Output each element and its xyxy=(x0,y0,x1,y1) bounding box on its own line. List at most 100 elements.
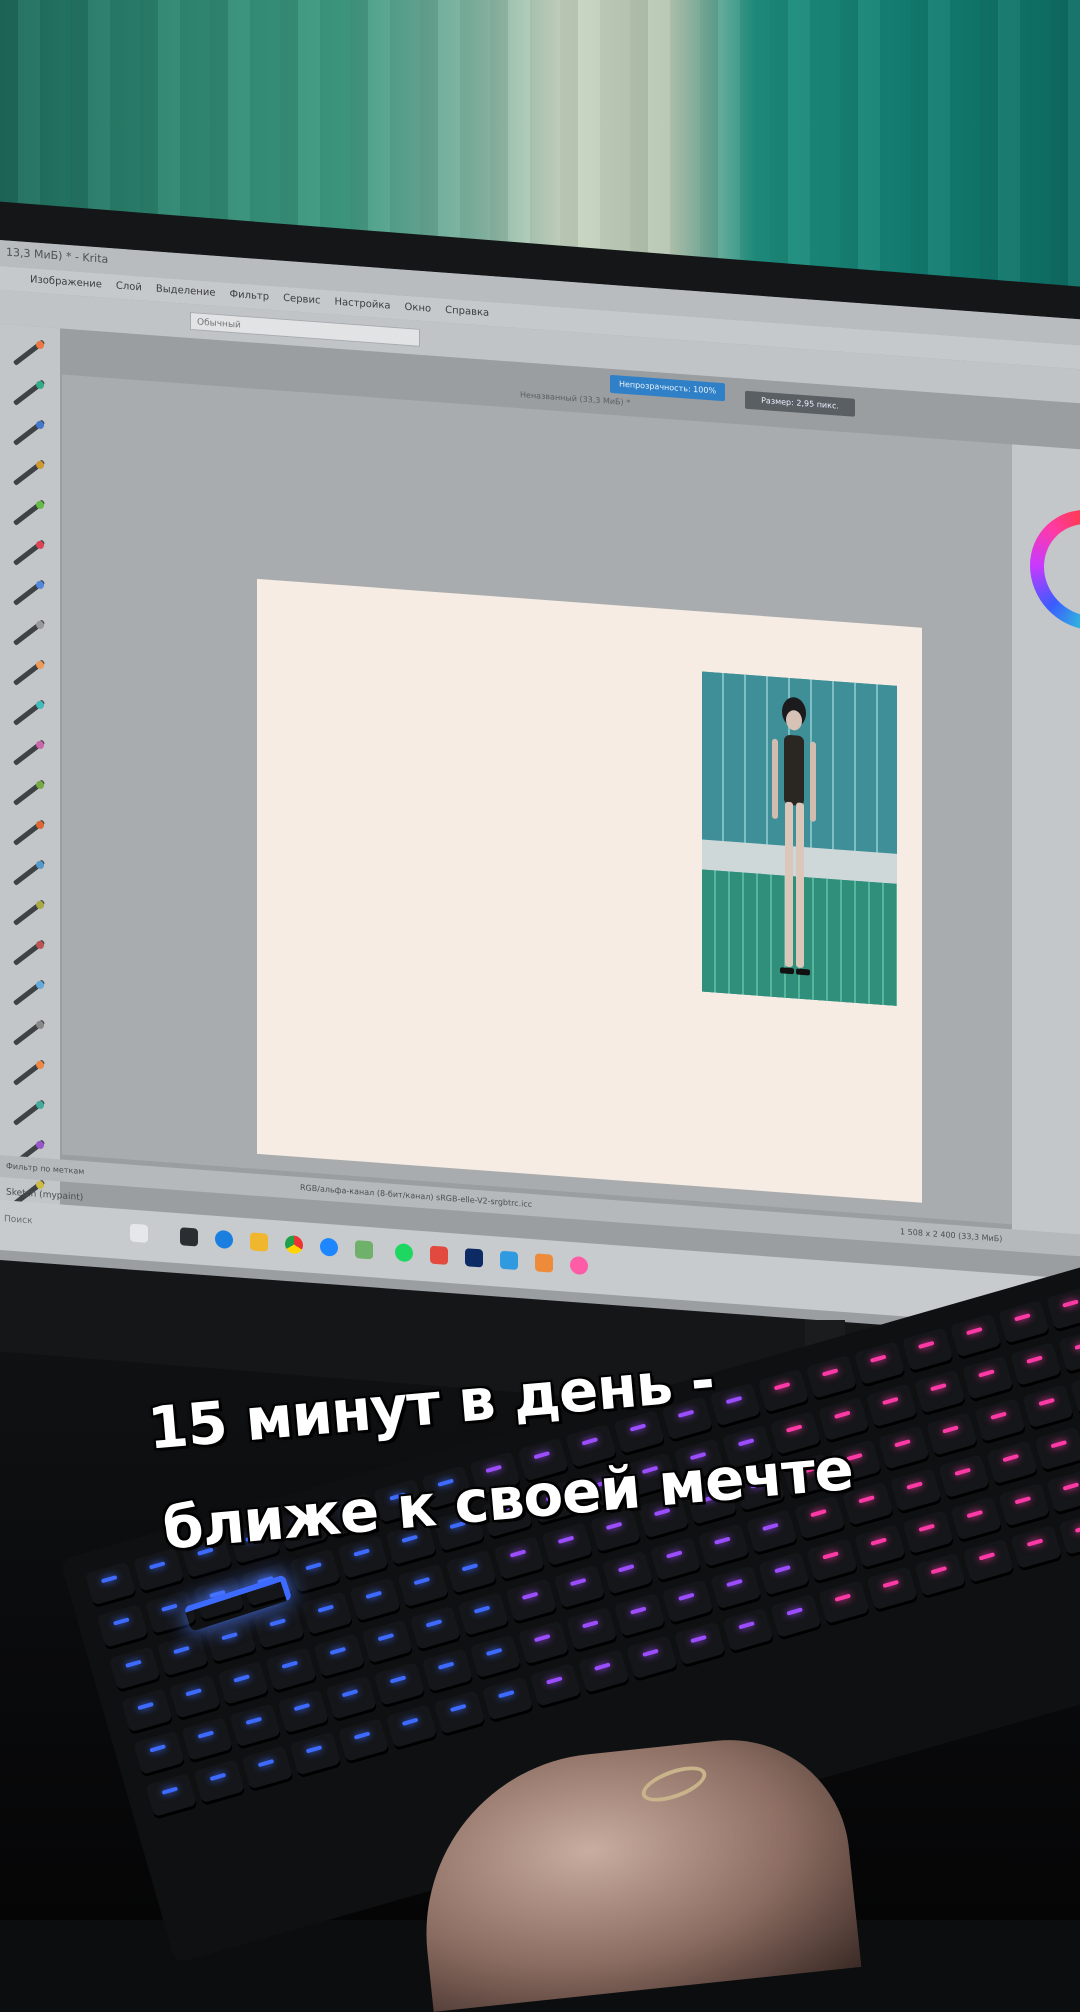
brush-preset[interactable] xyxy=(6,854,50,891)
keyboard-key xyxy=(373,1661,426,1709)
brush-preset[interactable] xyxy=(6,894,50,931)
app-blue-icon[interactable] xyxy=(500,1250,518,1271)
canvas[interactable] xyxy=(257,578,922,1203)
brush-preset[interactable] xyxy=(6,614,50,651)
keyboard-key xyxy=(205,1618,258,1666)
keyboard-key xyxy=(84,1561,137,1609)
brush-preset[interactable] xyxy=(6,654,50,691)
brush-tip xyxy=(36,1140,44,1150)
task-view-icon[interactable] xyxy=(180,1227,198,1247)
spotify-icon[interactable] xyxy=(395,1243,413,1263)
keyboard-key xyxy=(626,1635,679,1682)
keyboard-key xyxy=(397,1563,450,1611)
keyboard-key xyxy=(457,1591,510,1639)
brush-preset[interactable] xyxy=(6,1054,50,1091)
size-slider[interactable]: Размер: 2,95 пикс. xyxy=(745,390,855,417)
right-docker xyxy=(1012,444,1080,1250)
keyboard-key xyxy=(529,1662,583,1710)
krita-icon[interactable] xyxy=(570,1255,588,1276)
keyboard-key xyxy=(277,1689,330,1737)
brush-preset[interactable] xyxy=(6,694,50,731)
brush-preset[interactable] xyxy=(6,934,50,971)
keyboard-key xyxy=(866,1566,919,1614)
keyboard-key xyxy=(517,1620,570,1668)
color-wheel-center xyxy=(1044,520,1080,620)
keyboard-key xyxy=(265,1647,318,1694)
taskbar-search[interactable]: Поиск xyxy=(4,1214,33,1226)
keyboard-key xyxy=(241,1745,294,1793)
widgets-icon[interactable] xyxy=(130,1223,148,1243)
window-title: 13,3 МиБ) * - Krita xyxy=(6,245,109,266)
keyboard-key xyxy=(565,1606,619,1654)
app-icon[interactable] xyxy=(320,1237,338,1257)
yandex-icon[interactable] xyxy=(430,1245,448,1265)
keyboard-key xyxy=(421,1648,474,1695)
status-image-size: 1 508 x 2 400 (33,3 МиБ) xyxy=(900,1227,1003,1244)
edge-icon[interactable] xyxy=(215,1229,233,1250)
brush-preset[interactable] xyxy=(6,774,50,811)
caption-line-2: ближе к своей мечте xyxy=(160,1434,856,1563)
brush-preset[interactable] xyxy=(6,534,50,571)
keyboard-key xyxy=(96,1603,150,1651)
brush-preset[interactable] xyxy=(6,374,50,411)
brush-preset[interactable] xyxy=(6,1094,50,1131)
brush-preset[interactable] xyxy=(6,814,50,851)
minecraft-icon[interactable] xyxy=(355,1240,373,1260)
menu-help[interactable]: Справка xyxy=(445,299,489,326)
brush-tip xyxy=(36,940,44,950)
brush-tip xyxy=(36,340,44,350)
brush-preset[interactable] xyxy=(6,734,50,771)
brush-tip xyxy=(36,580,44,590)
monitor-screen: 13,3 МиБ) * - Krita Изображение Слой Выд… xyxy=(0,240,1080,1340)
brush-presets-panel xyxy=(0,324,60,1229)
keyboard-key xyxy=(818,1580,871,1627)
canvas-area[interactable] xyxy=(62,374,1012,1225)
keyboard-key xyxy=(349,1577,402,1624)
keyboard-key xyxy=(409,1605,462,1653)
keyboard-key xyxy=(289,1731,342,1779)
brush-preset[interactable] xyxy=(6,974,50,1011)
status-colorspace: RGB/альфа-канал (8-бит/канал) sRGB-elle-… xyxy=(300,1183,533,1210)
filter-by-tags-label: Фильтр по меткам xyxy=(6,1161,85,1177)
photoshop-icon[interactable] xyxy=(465,1248,483,1268)
menu-layer[interactable]: Слой xyxy=(116,275,142,301)
keyboard-key xyxy=(433,1690,486,1738)
brush-preset[interactable] xyxy=(6,494,50,531)
video-caption: 15 минут в день - ближе к своей мечте xyxy=(0,1320,1080,1563)
keyboard-key xyxy=(661,1579,715,1626)
keyboard-key xyxy=(145,1773,198,1820)
brush-tip xyxy=(36,860,44,870)
keyboard-key xyxy=(181,1716,234,1764)
brush-preset[interactable] xyxy=(6,454,50,491)
brush-tip xyxy=(36,980,44,990)
menu-tools[interactable]: Сервис xyxy=(283,287,320,314)
brush-tip xyxy=(36,700,44,710)
keyboard-key xyxy=(313,1633,366,1681)
brush-tip xyxy=(36,1020,44,1030)
brush-preset[interactable] xyxy=(6,1014,50,1051)
menu-window[interactable]: Окно xyxy=(405,296,432,322)
brush-preset[interactable] xyxy=(6,574,50,611)
brush-tip xyxy=(36,740,44,750)
keyboard-key xyxy=(722,1607,775,1655)
brush-preset[interactable] xyxy=(6,334,50,371)
keyboard-key xyxy=(469,1634,522,1682)
brush-tip xyxy=(36,420,44,430)
keyboard-key xyxy=(770,1593,823,1641)
brush-tip xyxy=(36,1060,44,1070)
brush-tip xyxy=(36,540,44,550)
brush-tip xyxy=(36,500,44,510)
menu-filter[interactable]: Фильтр xyxy=(229,283,269,310)
app-orange-icon[interactable] xyxy=(535,1253,553,1273)
brush-preset[interactable] xyxy=(6,414,50,451)
color-wheel[interactable] xyxy=(1030,505,1080,635)
file-explorer-icon[interactable] xyxy=(250,1232,268,1252)
brush-tip xyxy=(36,660,44,670)
chrome-icon[interactable] xyxy=(285,1234,303,1255)
keyboard-key xyxy=(325,1675,378,1723)
keyboard-key xyxy=(577,1649,631,1696)
brush-tip xyxy=(36,380,44,390)
keyboard-key xyxy=(674,1621,727,1669)
keyboard-key xyxy=(157,1632,210,1680)
keyboard-key xyxy=(169,1674,222,1722)
